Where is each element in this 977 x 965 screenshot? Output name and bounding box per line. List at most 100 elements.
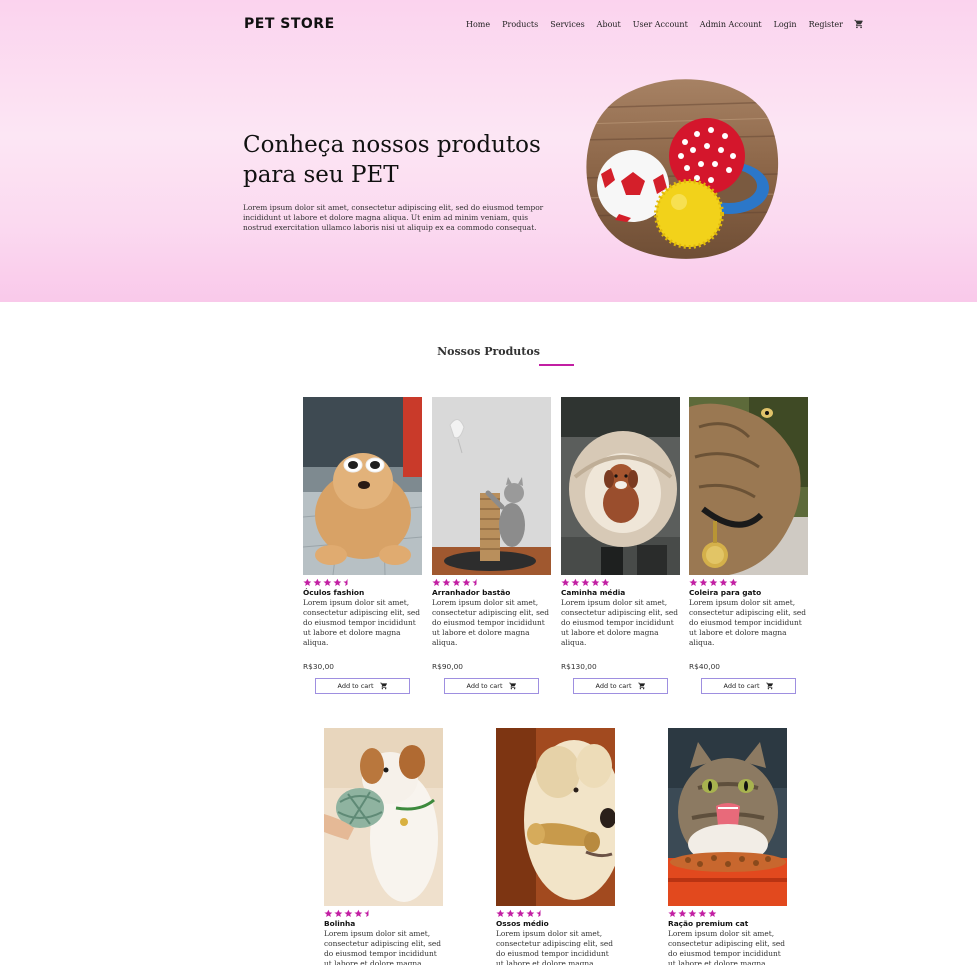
star-full-icon — [303, 578, 312, 586]
add-to-cart-label: Add to cart — [595, 682, 632, 690]
product-description: Lorem ipsum dolor sit amet, consectetur … — [561, 598, 679, 647]
product-name: Coleira para gato — [689, 588, 762, 597]
product-card: Arranhador bastão Lorem ipsum dolor sit … — [432, 397, 552, 694]
cart-icon[interactable] — [854, 19, 864, 29]
product-description: Lorem ipsum dolor sit amet, consectetur … — [689, 598, 807, 647]
main-nav: Home Products Services About User Accoun… — [466, 19, 864, 29]
rating-stars — [668, 909, 788, 918]
star-full-icon — [678, 909, 687, 917]
nav-admin-account[interactable]: Admin Account — [700, 20, 762, 29]
star-full-icon — [344, 909, 353, 917]
product-image-cat-collar[interactable] — [689, 397, 808, 575]
star-full-icon — [709, 578, 718, 586]
star-full-icon — [442, 578, 451, 586]
product-name: Ração premium cat — [668, 919, 749, 928]
product-description: Lorem ipsum dolor sit amet, consectetur … — [668, 929, 786, 965]
add-to-cart-button[interactable]: Add to cart — [315, 678, 410, 694]
star-full-icon — [571, 578, 580, 586]
product-name: Arranhador bastão — [432, 588, 511, 597]
nav-services[interactable]: Services — [550, 20, 584, 29]
cart-icon — [508, 682, 516, 690]
rating-stars — [324, 909, 444, 918]
star-full-icon — [561, 578, 570, 586]
star-half-icon — [472, 578, 477, 586]
star-full-icon — [708, 909, 717, 917]
product-image-cat-scratcher[interactable] — [432, 397, 551, 575]
cart-icon — [379, 682, 387, 690]
star-full-icon — [333, 578, 342, 586]
star-full-icon — [688, 909, 697, 917]
star-full-icon — [462, 578, 471, 586]
product-image-dog-sunglasses[interactable] — [303, 397, 422, 575]
product-image-dog-bone[interactable] — [496, 728, 615, 906]
product-image-cat-food[interactable] — [668, 728, 787, 906]
product-description: Lorem ipsum dolor sit amet, consectetur … — [324, 929, 442, 965]
hero-section: PET STORE Home Products Services About U… — [0, 0, 977, 302]
star-full-icon — [698, 909, 707, 917]
product-description: Lorem ipsum dolor sit amet, consectetur … — [432, 598, 550, 647]
nav-user-account[interactable]: User Account — [633, 20, 688, 29]
section-title: Nossos Produtos — [437, 345, 540, 358]
star-half-icon — [536, 909, 541, 917]
star-full-icon — [452, 578, 461, 586]
hero-toys-image — [586, 79, 779, 259]
star-full-icon — [591, 578, 600, 586]
star-full-icon — [581, 578, 590, 586]
add-to-cart-label: Add to cart — [466, 682, 503, 690]
star-half-icon — [364, 909, 369, 917]
star-half-icon — [343, 578, 348, 586]
product-price: R$130,00 — [561, 662, 597, 671]
product-image-puppy-ball[interactable] — [324, 728, 443, 906]
product-name: Caminha média — [561, 588, 626, 597]
nav-about[interactable]: About — [597, 20, 621, 29]
product-description: Lorem ipsum dolor sit amet, consectetur … — [303, 598, 421, 647]
star-full-icon — [354, 909, 363, 917]
product-card: Ossos médio Lorem ipsum dolor sit amet, … — [496, 728, 616, 965]
product-name: Bolinha — [324, 919, 356, 928]
star-full-icon — [526, 909, 535, 917]
section-title-underline — [539, 364, 574, 366]
product-description: Lorem ipsum dolor sit amet, consectetur … — [496, 929, 614, 965]
nav-home[interactable]: Home — [466, 20, 490, 29]
product-card: Coleira para gato Lorem ipsum dolor sit … — [689, 397, 809, 694]
star-full-icon — [334, 909, 343, 917]
nav-products[interactable]: Products — [502, 20, 538, 29]
product-card: Bolinha Lorem ipsum dolor sit amet, cons… — [324, 728, 444, 965]
star-full-icon — [323, 578, 332, 586]
product-price: R$40,00 — [689, 662, 720, 671]
hero-title: Conheça nossos produtos para seu PET — [243, 132, 541, 188]
star-full-icon — [689, 578, 698, 586]
star-full-icon — [432, 578, 441, 586]
product-card: Ração premium cat Lorem ipsum dolor sit … — [668, 728, 788, 965]
cart-icon — [637, 682, 645, 690]
brand-logo[interactable]: PET STORE — [244, 16, 335, 32]
star-full-icon — [601, 578, 610, 586]
star-full-icon — [516, 909, 525, 917]
rating-stars — [561, 578, 681, 587]
product-name: Ossos médio — [496, 919, 549, 928]
star-full-icon — [699, 578, 708, 586]
star-full-icon — [506, 909, 515, 917]
product-price: R$90,00 — [432, 662, 463, 671]
add-to-cart-label: Add to cart — [337, 682, 374, 690]
rating-stars — [689, 578, 809, 587]
star-full-icon — [729, 578, 738, 586]
star-full-icon — [496, 909, 505, 917]
cart-icon — [765, 682, 773, 690]
rating-stars — [303, 578, 423, 587]
product-price: R$30,00 — [303, 662, 334, 671]
rating-stars — [496, 909, 616, 918]
add-to-cart-button[interactable]: Add to cart — [444, 678, 539, 694]
star-full-icon — [324, 909, 333, 917]
star-full-icon — [313, 578, 322, 586]
product-card: Óculos fashion Lorem ipsum dolor sit ame… — [303, 397, 423, 694]
star-full-icon — [668, 909, 677, 917]
nav-register[interactable]: Register — [809, 20, 843, 29]
star-full-icon — [719, 578, 728, 586]
add-to-cart-button[interactable]: Add to cart — [701, 678, 796, 694]
add-to-cart-button[interactable]: Add to cart — [573, 678, 668, 694]
product-name: Óculos fashion — [303, 588, 365, 597]
product-image-dog-bed[interactable] — [561, 397, 680, 575]
nav-login[interactable]: Login — [774, 20, 797, 29]
add-to-cart-label: Add to cart — [723, 682, 760, 690]
